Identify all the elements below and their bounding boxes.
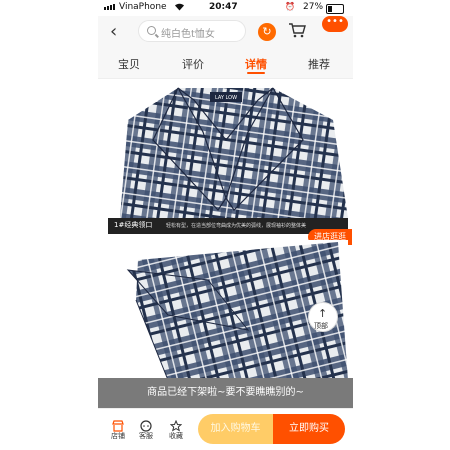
search-box[interactable]: 纯白色t恤女: [138, 20, 246, 42]
search-icon: [147, 26, 156, 35]
add-to-cart-button[interactable]: 加入购物车: [198, 414, 273, 444]
top-nav: ‹ 纯白色t恤女 ↻ •••: [98, 16, 353, 50]
clock: 20:47: [209, 2, 238, 12]
battery-icon: [326, 4, 344, 14]
signal-icon: [104, 4, 115, 10]
active-tab-indicator: [247, 72, 265, 74]
arrow-up-icon: ↑: [318, 307, 328, 320]
tab-reviews[interactable]: 评价: [182, 56, 204, 72]
service-label: 客服: [139, 432, 153, 440]
carrier-name: VinaPhone: [119, 2, 167, 12]
tab-baobei[interactable]: 宝贝: [118, 56, 140, 72]
back-to-top-button[interactable]: ↑ 顶部: [308, 302, 338, 332]
search-placeholder: 纯白色t恤女: [161, 29, 215, 40]
shop-label: 店铺: [111, 432, 125, 440]
tab-bar: 宝贝 评价 详情 推荐: [98, 50, 353, 79]
star-icon: [169, 417, 183, 432]
phone-screen: VinaPhone 20:47 ⏰ 27% ‹ 纯白色t恤女 ↻ ••• 宝贝 …: [98, 0, 353, 450]
bottom-action-bar: 店铺 客服 收藏 加入购物车 立即购买: [98, 408, 353, 450]
detail-image-collar: LAY LOW 1#经典领口 轻松有型，在造当部位弯曲成为优美的弧线，展现袖衫的…: [108, 80, 348, 234]
wifi-icon: [174, 2, 185, 14]
share-icon[interactable]: ↻: [258, 23, 276, 41]
brand-label: LAY LOW: [215, 95, 237, 101]
buy-now-button[interactable]: 立即购买: [273, 414, 345, 444]
caption-description: 轻松有型，在造当部位弯曲成为优美的弧线，展现袖衫的整体美: [166, 223, 307, 229]
alarm-icon: ⏰: [285, 2, 295, 11]
favorite-label: 收藏: [169, 432, 183, 440]
cart-icon[interactable]: [288, 22, 306, 38]
shop-button[interactable]: 店铺: [106, 417, 130, 441]
back-arrow-icon[interactable]: ‹: [110, 23, 117, 41]
chat-icon: [140, 417, 152, 432]
back-to-top-label: 顶部: [314, 322, 328, 330]
battery-percent: 27%: [303, 2, 324, 12]
favorite-button[interactable]: 收藏: [164, 417, 188, 441]
tab-details[interactable]: 详情: [245, 56, 267, 72]
status-bar: VinaPhone 20:47 ⏰ 27%: [98, 0, 353, 16]
off-shelf-notice: 商品已经下架啦~要不要瞧瞧别的~: [98, 378, 353, 408]
shop-icon: [112, 417, 124, 432]
tab-recommend[interactable]: 推荐: [308, 56, 330, 72]
more-menu-button[interactable]: •••: [322, 16, 348, 32]
caption-title: 1#经典领口: [114, 221, 153, 229]
service-button[interactable]: 客服: [134, 417, 158, 441]
